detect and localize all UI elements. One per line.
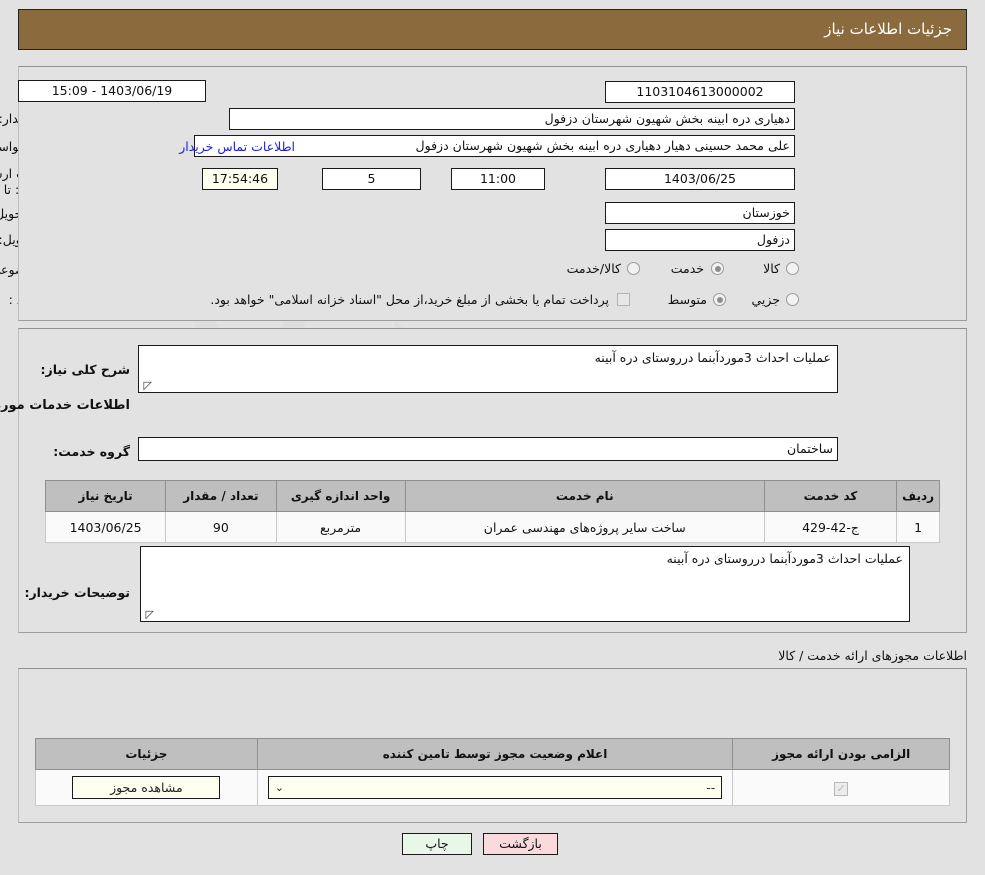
col-unit: واحد اندازه گیری bbox=[275, 480, 406, 512]
delivery-province-value: خوزستان bbox=[605, 202, 795, 224]
col-need-date: تاریخ نیاز bbox=[44, 480, 167, 512]
buyer-notes-textarea[interactable]: عملیات احداث 3موردآبنما درروستای دره آبی… bbox=[140, 546, 910, 622]
deadline-time-value: 11:00 bbox=[451, 168, 545, 190]
resize-grip-icon-2[interactable]: ◸ bbox=[144, 609, 154, 620]
buyer-contact-link[interactable]: اطلاعات تماس خریدار bbox=[179, 139, 295, 154]
radio-category-kala-khedmat-label: کالا/خدمت bbox=[566, 261, 621, 276]
page-title: جزئیات اطلاعات نیاز bbox=[824, 20, 952, 38]
deadline-date-value: 1403/06/25 bbox=[605, 168, 795, 190]
general-description-value: عملیات احداث 3موردآبنما درروستای دره آبی… bbox=[594, 350, 831, 365]
service-table-row: 1 ج-42-429 ساخت سایر پروژه‌های مهندسی عم… bbox=[44, 511, 940, 543]
radio-category-kala-label: کالا bbox=[763, 261, 780, 276]
delivery-city-value: دزفول bbox=[605, 229, 795, 251]
col-permit-detail: جزئیات bbox=[35, 738, 258, 770]
permit-status-select[interactable]: ⌄ -- bbox=[267, 776, 723, 799]
permits-table-header-row: الزامی بودن ارائه مجوز اعلام وضعیت مجوز … bbox=[35, 738, 950, 770]
permit-status-value: -- bbox=[706, 780, 716, 795]
cell-need-date: 1403/06/25 bbox=[44, 511, 167, 543]
col-permit-status: اعلام وضعیت مجوز توسط تامین کننده bbox=[256, 738, 734, 770]
treasury-note-checkbox[interactable] bbox=[617, 293, 630, 306]
buyer-notes-label: توضیحات خریدار: bbox=[24, 585, 130, 600]
radio-category-kala-khedmat[interactable] bbox=[627, 262, 640, 275]
cell-qty: 90 bbox=[165, 511, 277, 543]
service-table-header-row: ردیف کد خدمت نام خدمت واحد اندازه گیری ت… bbox=[44, 480, 940, 512]
service-table: ردیف کد خدمت نام خدمت واحد اندازه گیری ت… bbox=[44, 480, 940, 543]
resize-grip-icon[interactable]: ◸ bbox=[142, 380, 152, 391]
service-group-value: ساختمان bbox=[138, 437, 838, 461]
general-description-label: شرح کلی نیاز: bbox=[40, 362, 130, 377]
treasury-note-text: پرداخت تمام یا بخشی از مبلغ خرید،از محل … bbox=[210, 292, 609, 307]
col-permit-required: الزامی بودن ارائه مجوز bbox=[732, 738, 950, 770]
services-info-heading: اطلاعات خدمات مورد نیاز bbox=[0, 398, 130, 413]
radio-process-motavaset[interactable] bbox=[713, 293, 726, 306]
col-name: نام خدمت bbox=[404, 480, 765, 512]
page-header-bar: جزئیات اطلاعات نیاز bbox=[18, 9, 967, 50]
buyer-notes-value: عملیات احداث 3موردآبنما درروستای دره آبی… bbox=[666, 551, 903, 566]
back-button[interactable]: بازگشت bbox=[483, 833, 558, 855]
view-permit-button[interactable]: مشاهده مجوز bbox=[72, 776, 221, 799]
radio-category-kala[interactable] bbox=[786, 262, 799, 275]
print-button[interactable]: چاپ bbox=[402, 833, 472, 855]
radio-process-jozei[interactable] bbox=[786, 293, 799, 306]
col-qty: تعداد / مقدار bbox=[165, 480, 277, 512]
service-group-label: گروه خدمت: bbox=[53, 444, 130, 459]
radio-process-jozei-label: جزیي bbox=[751, 292, 780, 307]
cell-permit-detail: مشاهده مجوز bbox=[35, 769, 258, 806]
general-description-textarea[interactable]: عملیات احداث 3موردآبنما درروستای دره آبی… bbox=[138, 345, 838, 393]
permits-heading: اطلاعات مجوزهای ارائه خدمت / کالا bbox=[778, 648, 967, 663]
permits-table-row: ✓ ⌄ -- مشاهده مجوز bbox=[35, 769, 950, 806]
chevron-down-icon: ⌄ bbox=[274, 781, 284, 794]
remaining-days-value: 5 bbox=[322, 168, 421, 190]
remaining-timer-value: 17:54:46 bbox=[202, 168, 278, 190]
radio-category-khedmat-label: خدمت bbox=[670, 261, 704, 276]
cell-permit-required: ✓ bbox=[732, 769, 950, 806]
col-row: ردیف bbox=[896, 480, 940, 512]
announce-datetime-value: 1403/06/19 - 15:09 bbox=[18, 80, 206, 102]
cell-code: ج-42-429 bbox=[763, 511, 898, 543]
need-summary-panel bbox=[18, 66, 967, 321]
buyer-org-value: دهیاری دره ابینه بخش شهیون شهرستان دزفول bbox=[229, 108, 795, 130]
cell-name: ساخت سایر پروژه‌های مهندسی عمران bbox=[404, 511, 765, 543]
col-code: کد خدمت bbox=[763, 480, 898, 512]
need-number-value: 1103104613000002 bbox=[605, 81, 795, 103]
cell-unit: مترمربع bbox=[275, 511, 406, 543]
page-root: AriaTender.net جزئیات اطلاعات نیاز شماره… bbox=[0, 0, 985, 875]
cell-row: 1 bbox=[896, 511, 940, 543]
permit-required-checkbox: ✓ bbox=[834, 781, 849, 796]
radio-category-khedmat[interactable] bbox=[711, 262, 724, 275]
cell-permit-status: ⌄ -- bbox=[256, 769, 734, 806]
permits-table: الزامی بودن ارائه مجوز اعلام وضعیت مجوز … bbox=[35, 738, 950, 806]
radio-process-motavaset-label: متوسط bbox=[667, 292, 707, 307]
